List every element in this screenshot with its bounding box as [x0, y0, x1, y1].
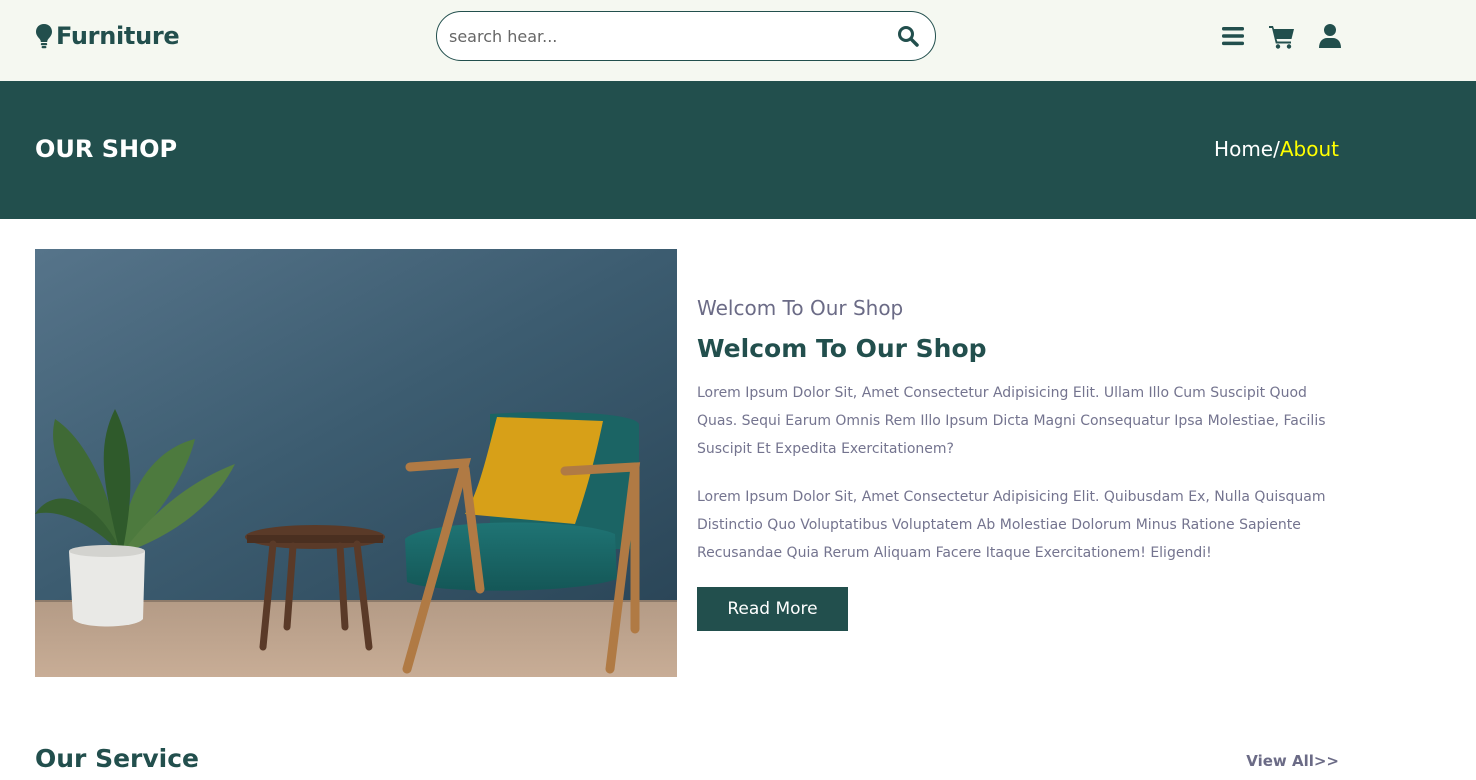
- site-header: Furniture: [0, 0, 1476, 81]
- shop-interior-image: [35, 249, 677, 677]
- cart-icon[interactable]: [1268, 22, 1296, 50]
- armchair-scene-illustration: [35, 249, 677, 677]
- search-input[interactable]: [449, 12, 869, 60]
- user-icon[interactable]: [1316, 22, 1344, 50]
- logo-text: Furniture: [56, 22, 180, 50]
- about-paragraph: Lorem Ipsum Dolor Sit, Amet Consectetur …: [697, 489, 1326, 561]
- breadcrumb: Home/About: [1214, 137, 1339, 161]
- view-all-link[interactable]: View All>>: [1246, 752, 1339, 770]
- page-banner: OUR SHOP Home/About: [0, 81, 1476, 219]
- breadcrumb-current-link[interactable]: About: [1280, 137, 1339, 161]
- page-title: OUR SHOP: [35, 135, 178, 163]
- search-bar: [436, 11, 936, 61]
- read-more-button[interactable]: Read More: [697, 587, 848, 631]
- about-heading: Welcom To Our Shop: [697, 334, 987, 363]
- about-paragraph: Lorem Ipsum Dolor Sit, Amet Consectetur …: [697, 385, 1326, 457]
- breadcrumb-separator: /: [1273, 137, 1280, 161]
- about-section: Welcom To Our Shop Welcom To Our Shop Lo…: [697, 296, 1347, 631]
- header-actions: [1220, 20, 1344, 52]
- lightbulb-icon: [36, 24, 52, 49]
- logo[interactable]: Furniture: [35, 20, 180, 52]
- about-subtitle: Welcom To Our Shop: [697, 296, 904, 320]
- services-heading: Our Service: [35, 744, 200, 773]
- breadcrumb-home-link[interactable]: Home: [1214, 137, 1273, 161]
- search-icon[interactable]: [897, 25, 919, 47]
- menu-icon[interactable]: [1220, 22, 1248, 50]
